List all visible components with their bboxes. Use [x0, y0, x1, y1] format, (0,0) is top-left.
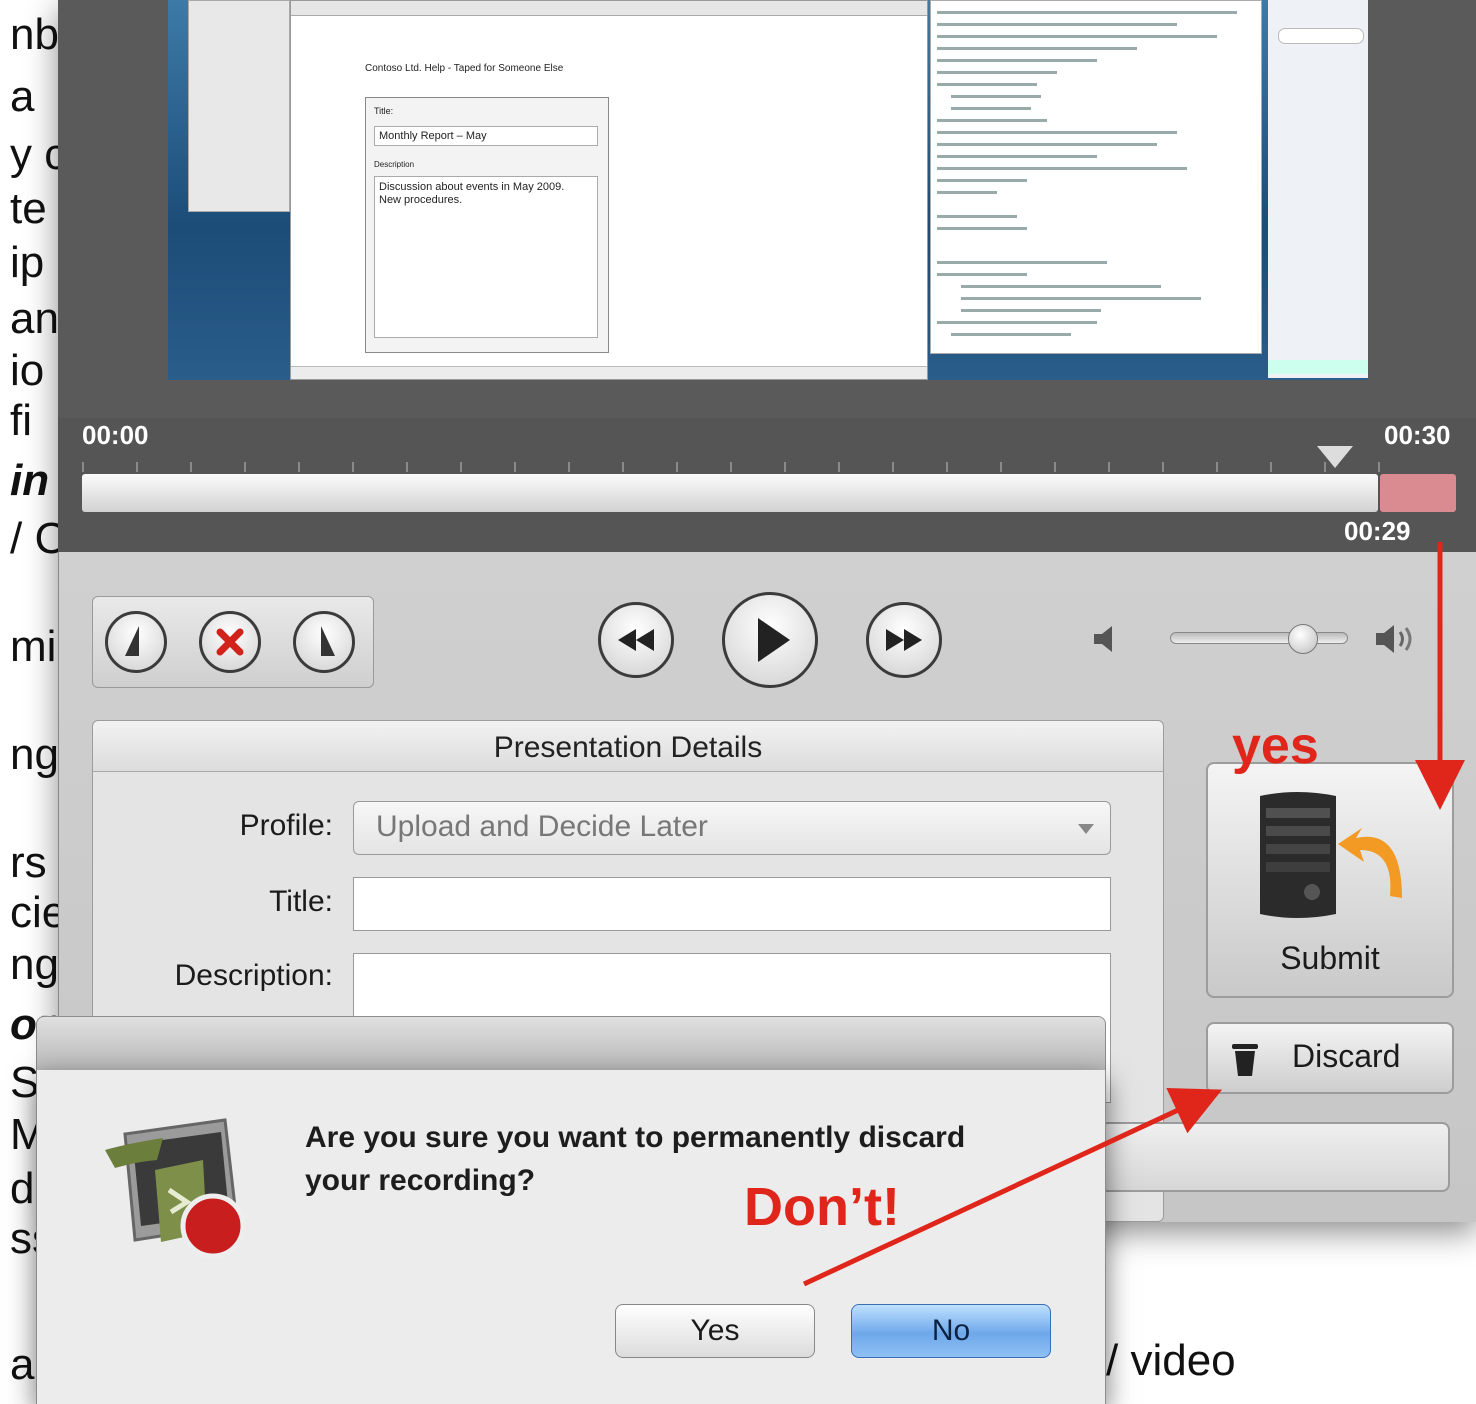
- bg-text: in: [10, 456, 50, 505]
- timeline-current-time: 00:29: [1344, 516, 1411, 546]
- preview-title-field: Monthly Report – May: [374, 126, 598, 146]
- in-point-icon: [125, 626, 139, 656]
- title-field[interactable]: [353, 877, 1111, 931]
- server-upload-icon: [1260, 792, 1402, 918]
- preview-doc-toolbar: [291, 1, 927, 16]
- close-icon: [216, 628, 244, 656]
- preview-doc-statusbar: [291, 366, 927, 379]
- rewind-icon: [618, 629, 654, 651]
- preview-file-browser: [1268, 0, 1368, 378]
- bg-text: mi: [10, 622, 57, 671]
- preview-small-window: [188, 0, 290, 212]
- volume-high-icon: [1376, 625, 1412, 653]
- bg-text: ip: [10, 238, 45, 287]
- preview-doc-title: Contoso Ltd. Help - Taped for Someone El…: [365, 63, 564, 74]
- trash-icon: [1232, 1044, 1258, 1076]
- title-label: Title:: [269, 885, 333, 918]
- no-button[interactable]: No: [851, 1304, 1051, 1358]
- submit-label: Submit: [1280, 940, 1380, 976]
- preview-description-label: Description: [374, 160, 415, 169]
- yes-button[interactable]: Yes: [615, 1304, 815, 1358]
- play-icon: [758, 618, 790, 662]
- preview-notes-document: [930, 0, 1262, 354]
- presentation-details-header: Presentation Details: [93, 721, 1163, 772]
- bg-text: a: [10, 72, 35, 121]
- timeline-end-time: 00:30: [1384, 420, 1451, 450]
- bg-text: rs: [10, 838, 47, 887]
- timeline-start-time: 00:00: [82, 420, 149, 450]
- volume-slider-knob[interactable]: [1288, 624, 1318, 654]
- edit-controls: [92, 596, 374, 688]
- set-in-point-button[interactable]: [105, 611, 167, 673]
- yes-annotation: yes: [1232, 717, 1319, 775]
- playhead-marker[interactable]: [1317, 446, 1354, 468]
- chevron-down-icon: [1078, 824, 1094, 834]
- discard-confirm-dialog: Are you sure you want to permanently dis…: [36, 1070, 1106, 1404]
- status-box: [1100, 1122, 1450, 1192]
- bg-text: ng: [10, 730, 59, 779]
- recording-preview: Contoso Ltd. Help - Taped for Someone El…: [168, 0, 1368, 380]
- preview-form: Title: Monthly Report – May Description …: [365, 97, 609, 353]
- bg-text: ng: [10, 940, 59, 989]
- profile-label: Profile:: [239, 809, 333, 842]
- bg-text: d: [10, 1164, 35, 1213]
- timeline-track[interactable]: [82, 474, 1378, 512]
- recorder-app-icon: [105, 1118, 246, 1259]
- timeline-trim-region[interactable]: [1380, 474, 1456, 512]
- dialog-titlebar: [36, 1016, 1106, 1072]
- fast-forward-button[interactable]: [866, 602, 942, 678]
- dont-annotation: Don’t!: [744, 1177, 900, 1237]
- bg-text: / video: [1106, 1336, 1236, 1385]
- bg-text: an: [10, 294, 59, 343]
- discard-label: Discard: [1292, 1038, 1401, 1074]
- description-label: Description:: [174, 959, 333, 992]
- dialog-question: Are you sure you want to permanently dis…: [305, 1121, 966, 1197]
- preview-document: Contoso Ltd. Help - Taped for Someone El…: [290, 0, 928, 380]
- rewind-button[interactable]: [598, 602, 674, 678]
- bg-text: io: [10, 346, 45, 395]
- volume-slider[interactable]: [1170, 632, 1348, 644]
- timeline-ticks: [82, 462, 1382, 472]
- bg-text: fi: [10, 396, 32, 445]
- fast-forward-icon: [886, 629, 922, 651]
- submit-button[interactable]: Submit: [1206, 762, 1454, 998]
- preview-description-value: Discussion about events in May 2009. New…: [379, 181, 565, 206]
- discard-button[interactable]: Discard: [1206, 1022, 1454, 1094]
- bg-text: te: [10, 184, 47, 233]
- play-button[interactable]: [722, 592, 818, 688]
- preview-title-label: Title:: [374, 106, 394, 116]
- bg-text: S: [10, 1058, 40, 1107]
- set-out-point-button[interactable]: [293, 611, 355, 673]
- profile-select[interactable]: Upload and Decide Later: [353, 801, 1111, 855]
- bg-text: nb: [10, 10, 59, 59]
- out-point-icon: [321, 626, 335, 656]
- preview-description-field: Discussion about events in May 2009. New…: [374, 176, 598, 338]
- clear-trim-button[interactable]: [199, 611, 261, 673]
- volume-low-icon: [1094, 626, 1112, 652]
- profile-select-value: Upload and Decide Later: [376, 810, 708, 843]
- preview-title-value: Monthly Report – May: [379, 130, 487, 142]
